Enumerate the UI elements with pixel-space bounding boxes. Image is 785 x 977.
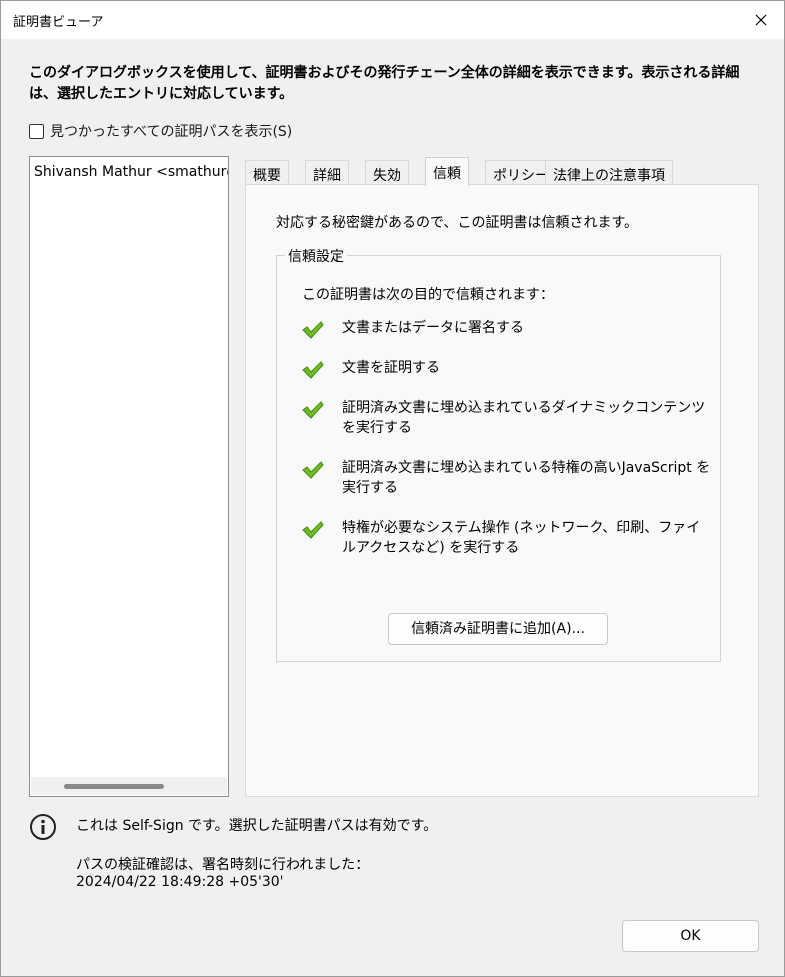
green-check-icon — [302, 521, 324, 539]
green-check-icon — [302, 461, 324, 479]
green-check-icon — [302, 321, 324, 339]
show-all-paths-checkbox[interactable] — [29, 123, 44, 139]
show-all-paths-label: 見つかったすべての証明パスを表示(S) — [50, 124, 293, 140]
green-check-icon — [302, 401, 324, 419]
permission-sign-documents: 文書またはデータに署名する — [302, 318, 712, 340]
permission-dynamic-content: 証明済み文書に埋め込まれているダイナミックコンテンツを実行する — [302, 398, 712, 438]
tab-summary[interactable]: 概要 — [245, 160, 289, 185]
permission-privileged-javascript: 証明済み文書に埋め込まれている特権の高いJavaScript を実行する — [302, 458, 712, 498]
scrollbar-thumb[interactable] — [64, 784, 164, 789]
permission-text: 文書を証明する — [342, 360, 440, 376]
permission-system-operations: 特権が必要なシステム操作 (ネットワーク、印刷、ファイルアクセスなど) を実行す… — [302, 518, 712, 558]
validation-time-label: パスの検証確認は、署名時刻に行われました： — [76, 857, 370, 873]
validity-status: これは Self-Sign です。選択した証明書パスは有効です。 — [76, 818, 438, 834]
tree-item-certificate[interactable]: Shivansh Mathur <smathur@a — [34, 164, 228, 180]
close-icon — [755, 14, 767, 26]
trust-purposes-intro: この証明書は次の目的で信頼されます： — [302, 287, 554, 303]
tab-revocation[interactable]: 失効 — [365, 160, 409, 185]
info-icon — [30, 814, 56, 840]
green-check-icon — [302, 361, 324, 379]
tab-trust[interactable]: 信頼 — [425, 157, 469, 186]
window-title: 証明書ビューア — [13, 15, 104, 30]
tab-legal-notice[interactable]: 法律上の注意事項 — [545, 160, 673, 185]
ok-button[interactable]: OK — [622, 920, 759, 952]
validation-timestamp: 2024/04/22 18:49:28 +05'30' — [76, 874, 284, 890]
trust-settings-group: 信頼設定 この証明書は次の目的で信頼されます： 文書またはデータに署名する 文書… — [276, 246, 721, 662]
permission-text: 証明済み文書に埋め込まれている特権の高いJavaScript を実行する — [342, 460, 711, 496]
trust-settings-legend: 信頼設定 — [285, 246, 347, 266]
permission-text: 文書またはデータに署名する — [342, 320, 524, 336]
permission-text: 特権が必要なシステム操作 (ネットワーク、印刷、ファイルアクセスなど) を実行す… — [342, 520, 701, 556]
close-button[interactable] — [738, 1, 784, 39]
intro-description: このダイアログボックスを使用して、証明書およびその発行チェーン全体の詳細を表示で… — [29, 65, 740, 102]
show-all-paths-option[interactable]: 見つかったすべての証明パスを表示(S) — [29, 121, 292, 141]
permission-text: 証明済み文書に埋め込まれているダイナミックコンテンツを実行する — [342, 400, 706, 436]
certificate-path-tree[interactable]: Shivansh Mathur <smathur@a — [29, 156, 229, 797]
certificate-viewer-window: 証明書ビューア このダイアログボックスを使用して、証明書およびその発行チェーン全… — [0, 0, 785, 977]
trust-message: 対応する秘密鍵があるので、この証明書は信頼されます。 — [276, 215, 639, 231]
tab-details[interactable]: 詳細 — [305, 160, 349, 185]
trust-tab-panel: 対応する秘密鍵があるので、この証明書は信頼されます。 信頼設定 この証明書は次の… — [245, 184, 759, 797]
title-bar[interactable]: 証明書ビューア — [1, 1, 784, 39]
permission-certify-documents: 文書を証明する — [302, 358, 712, 380]
add-to-trusted-button[interactable]: 信頼済み証明書に追加(A)... — [388, 613, 608, 645]
horizontal-scrollbar[interactable] — [31, 777, 227, 795]
